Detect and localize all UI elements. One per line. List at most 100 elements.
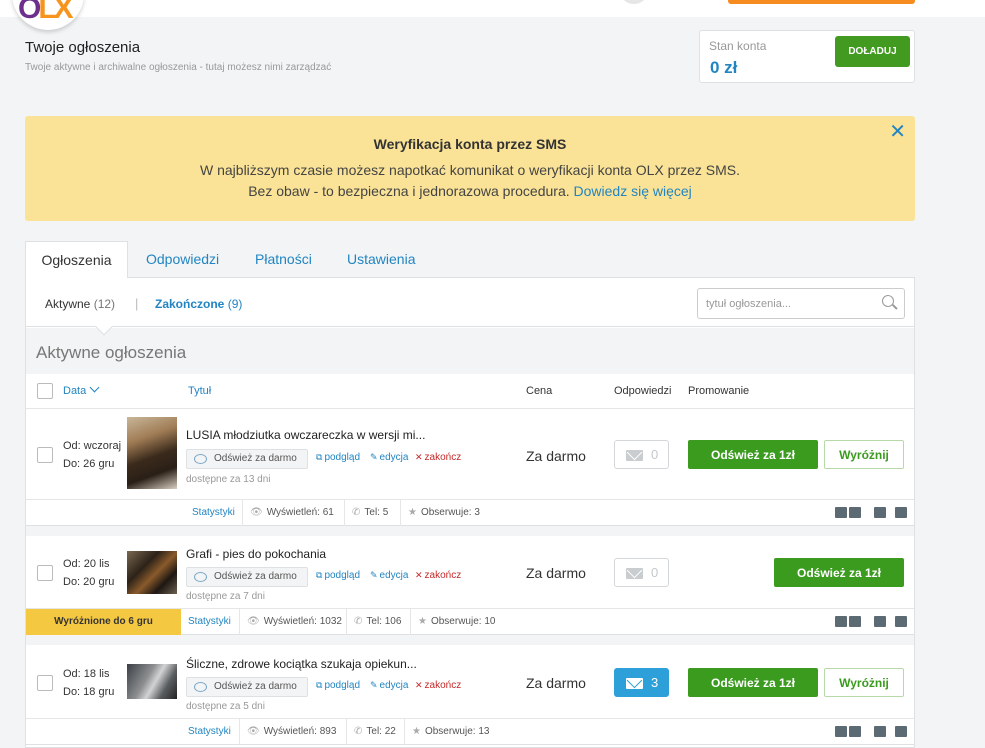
end-link[interactable]: ✕ zakończ (415, 680, 461, 691)
share-icon[interactable] (895, 726, 907, 737)
star-icon: ★ (408, 507, 417, 518)
ad-title[interactable]: Śliczne, zdrowe kociątka szukaja opiekun… (186, 657, 417, 671)
ad-stats-bar: Statystyki 👁 Wyświetleń: 61 ✆ Tel: 5 ★ Obse… (26, 499, 914, 526)
star-icon: ★ (418, 616, 427, 627)
eye-icon: 👁 (250, 507, 263, 518)
add-ad-button[interactable] (728, 0, 915, 4)
tab-settings[interactable]: Ustawienia (330, 241, 432, 278)
topup-button[interactable]: DOŁADUJ (835, 36, 910, 67)
eye-icon: 👁 (247, 726, 260, 737)
availability-text: dostępne za 13 dni (186, 474, 271, 485)
ad-stats-bar: Wyróżnione do 6 gru Statystyki 👁 Wyświetl… (26, 608, 914, 635)
share-icon[interactable] (895, 616, 907, 627)
facebook-icon[interactable] (835, 616, 847, 627)
filter-active[interactable]: Aktywne (12) (45, 297, 115, 311)
featured-badge: Wyróżnione do 6 gru (26, 609, 181, 635)
banner-text-line1: W najbliższym czasie możesz napotkać kom… (200, 162, 740, 178)
close-icon[interactable]: ✕ (889, 122, 906, 142)
views-count: 👁 Wyświetleń: 893 (239, 719, 343, 745)
sort-by-date[interactable]: Data (63, 382, 100, 397)
refresh-free-button[interactable]: Odśwież za darmo (186, 567, 308, 587)
responses-button[interactable]: 0 (614, 558, 669, 587)
table-header: Data Tytuł Cena Odpowiedzi Promowanie (26, 374, 914, 409)
ad-price: Za darmo (526, 565, 586, 581)
facebook-icon[interactable] (835, 507, 847, 518)
twitter-icon[interactable] (849, 616, 861, 627)
phone-count: ✆ Tel: 22 (346, 719, 403, 745)
sort-by-title[interactable]: Tytuł (188, 385, 211, 397)
stats-link[interactable]: Statystyki (181, 719, 238, 745)
learn-more-link[interactable]: Dowiedz się więcej (574, 183, 692, 199)
print-icon[interactable] (874, 726, 886, 737)
ad-price: Za darmo (526, 675, 586, 691)
feature-button[interactable]: Wyróżnij (824, 440, 904, 469)
views-count: 👁 Wyświetleń: 1032 (239, 609, 349, 635)
responses-button[interactable]: 3 (614, 668, 669, 697)
twitter-icon[interactable] (849, 726, 861, 737)
envelope-icon (626, 568, 643, 579)
preview-link[interactable]: ⧉ podgląd (316, 680, 360, 691)
refresh-paid-button[interactable]: Odśwież za 1zł (774, 558, 904, 587)
section-title: Aktywne ogłoszenia (36, 343, 187, 362)
list-item: Od: wczoraj Do: 26 gru LUSIA młodziutka o… (26, 409, 914, 499)
end-link[interactable]: ✕ zakończ (415, 570, 461, 581)
twitter-icon[interactable] (849, 507, 861, 518)
availability-text: dostępne za 7 dni (186, 591, 265, 602)
stats-link[interactable]: Statystyki (185, 500, 242, 526)
tab-responses[interactable]: Odpowiedzi (129, 241, 236, 278)
column-responses: Odpowiedzi (614, 385, 672, 397)
search-icon[interactable] (882, 295, 894, 307)
search-input[interactable] (697, 288, 905, 319)
page-title: Twoje ogłoszenia (25, 39, 141, 56)
phone-icon: ✆ (352, 507, 361, 518)
share-icon[interactable] (895, 507, 907, 518)
ad-title[interactable]: LUSIA młodziutka owczareczka w wersji mi… (186, 428, 425, 442)
availability-text: dostępne za 5 dni (186, 701, 265, 712)
filter-separator: | (135, 296, 139, 311)
ad-checkbox[interactable] (37, 565, 53, 581)
edit-link[interactable]: ✎ edycja (370, 680, 408, 691)
refresh-free-button[interactable]: Odśwież za darmo (186, 677, 308, 697)
ad-stats-bar: Statystyki 👁 Wyświetleń: 893 ✆ Tel: 22 ★ Ob… (26, 718, 914, 745)
ad-price: Za darmo (526, 448, 586, 464)
feature-button[interactable]: Wyróżnij (824, 668, 904, 697)
ad-thumbnail[interactable] (127, 417, 177, 489)
olx-logo[interactable]: OLX (12, 0, 84, 30)
preview-link[interactable]: ⧉ podgląd (316, 452, 360, 463)
stats-link[interactable]: Statystyki (181, 609, 238, 635)
refresh-paid-button[interactable]: Odśwież za 1zł (688, 440, 818, 469)
print-icon[interactable] (874, 616, 886, 627)
select-all-checkbox[interactable] (37, 383, 53, 399)
phone-count: ✆ Tel: 5 (344, 500, 395, 526)
end-link[interactable]: ✕ zakończ (415, 452, 461, 463)
phone-count: ✆ Tel: 106 (346, 609, 408, 635)
tab-ads[interactable]: Ogłoszenia (25, 241, 128, 278)
ad-thumbnail[interactable] (127, 551, 177, 594)
edit-link[interactable]: ✎ edycja (370, 452, 408, 463)
ad-checkbox[interactable] (37, 447, 53, 463)
refresh-paid-button[interactable]: Odśwież za 1zł (688, 668, 818, 697)
ad-title[interactable]: Grafi - pies do pokochania (186, 547, 326, 561)
row-gap (26, 635, 914, 645)
filter-ended[interactable]: Zakończone (9) (155, 297, 242, 311)
list-item: Od: 20 lis Do: 20 gru Grafi - pies do pok… (26, 536, 914, 608)
responses-button[interactable]: 0 (614, 440, 669, 469)
preview-link[interactable]: ⧉ podgląd (316, 570, 360, 581)
account-balance-box: Stan konta 0 zł DOŁADUJ (699, 30, 915, 83)
sms-verification-banner: Weryfikacja konta przez SMS W najbliższy… (25, 116, 915, 221)
watchers-count: ★ Obserwuje: 13 (404, 719, 496, 745)
envelope-icon (626, 678, 643, 689)
tab-payments[interactable]: Płatności (238, 241, 329, 278)
facebook-icon[interactable] (835, 726, 847, 737)
refresh-icon (194, 454, 207, 464)
ad-checkbox[interactable] (37, 675, 53, 691)
list-item: Od: 18 lis Do: 18 gru Śliczne, zdrowe koc… (26, 645, 914, 718)
print-icon[interactable] (874, 507, 886, 518)
user-avatar[interactable] (622, 0, 646, 4)
edit-link[interactable]: ✎ edycja (370, 570, 408, 581)
watchers-count: ★ Obserwuje: 3 (400, 500, 487, 526)
refresh-free-button[interactable]: Odśwież za darmo (186, 449, 308, 469)
phone-icon: ✆ (354, 726, 363, 737)
column-promotion: Promowanie (688, 385, 750, 397)
ad-thumbnail[interactable] (127, 664, 177, 699)
